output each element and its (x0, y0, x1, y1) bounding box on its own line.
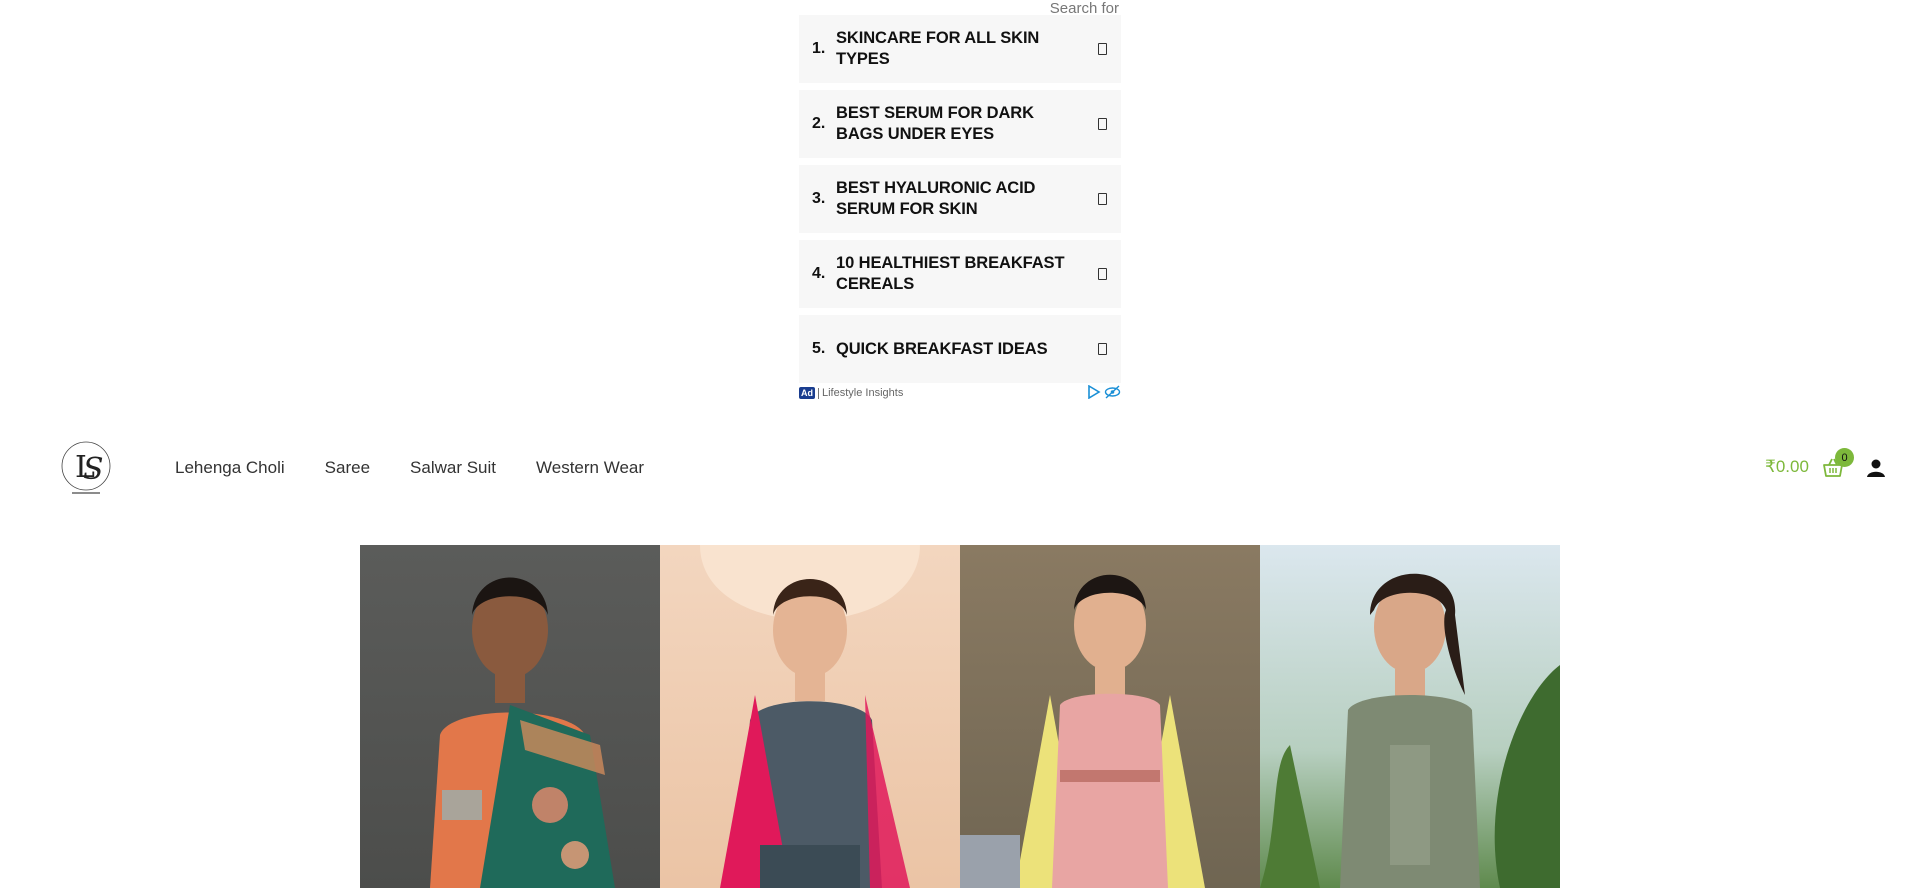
adchoices-icon[interactable] (1087, 385, 1101, 399)
ad-footer: Ad Lifestyle Insights (799, 385, 1121, 401)
nav-item-salwar-suit[interactable]: Salwar Suit (410, 458, 496, 478)
ad-item-number: 1. (812, 40, 826, 57)
ad-separator (818, 387, 819, 399)
ad-item-text: 10 Healthiest Breakfast Cereals (836, 254, 1065, 293)
cart-count-badge: 0 (1835, 448, 1854, 467)
arrow-icon (1098, 118, 1107, 130)
user-account-icon[interactable] (1866, 458, 1886, 478)
arrow-icon (1098, 193, 1107, 205)
main-nav: Lehenga Choli Saree Salwar Suit Western … (175, 458, 684, 478)
ad-item-number: 3. (812, 190, 826, 207)
arrow-icon (1098, 343, 1107, 355)
ad-choices[interactable] (1087, 385, 1121, 399)
ad-item-text: Quick Breakfast Ideas (836, 339, 1048, 358)
salwar-suit-model-image[interactable] (960, 545, 1260, 888)
site-header: L S Lehenga Choli Saree Salwar Suit West… (0, 430, 1920, 506)
ad-item-text: Best Hyaluronic Acid Serum for Skin (836, 179, 1036, 218)
nav-item-lehenga-choli[interactable]: Lehenga Choli (175, 458, 285, 478)
ad-item-text: Skincare for All Skin Types (836, 29, 1040, 68)
lehenga-model-image[interactable] (660, 545, 960, 888)
svg-text:S: S (83, 452, 104, 487)
nav-item-saree[interactable]: Saree (325, 458, 370, 478)
hide-ad-icon[interactable] (1104, 385, 1121, 399)
arrow-icon (1098, 268, 1107, 280)
nav-item-western-wear[interactable]: Western Wear (536, 458, 644, 478)
kurti-model-image[interactable] (1260, 545, 1560, 888)
ad-item-text: Best Serum for Dark Bags Under Eyes (836, 104, 1034, 143)
ad-item-number: 4. (812, 265, 826, 282)
ad-source: Lifestyle Insights (822, 387, 904, 399)
ad-search-item[interactable]: 5. Quick Breakfast Ideas (799, 315, 1121, 383)
ad-item-number: 2. (812, 115, 826, 132)
ad-search-item[interactable]: 2. Best Serum for Dark Bags Under Eyes (799, 90, 1121, 158)
ad-item-number: 5. (812, 340, 826, 357)
ad-search-item[interactable]: 4. 10 Healthiest Breakfast Cereals (799, 240, 1121, 308)
ad-search-item[interactable]: 3. Best Hyaluronic Acid Serum for Skin (799, 165, 1121, 233)
cart-total[interactable]: ₹0.00 (1765, 457, 1809, 477)
saree-model-image[interactable] (360, 545, 660, 888)
ad-badge: Ad (799, 387, 815, 399)
arrow-icon (1098, 43, 1107, 55)
hero-banner[interactable] (360, 545, 1560, 888)
ad-search-item[interactable]: 1. Skincare for All Skin Types (799, 15, 1121, 83)
ls-monogram-logo[interactable]: L S (58, 439, 114, 495)
